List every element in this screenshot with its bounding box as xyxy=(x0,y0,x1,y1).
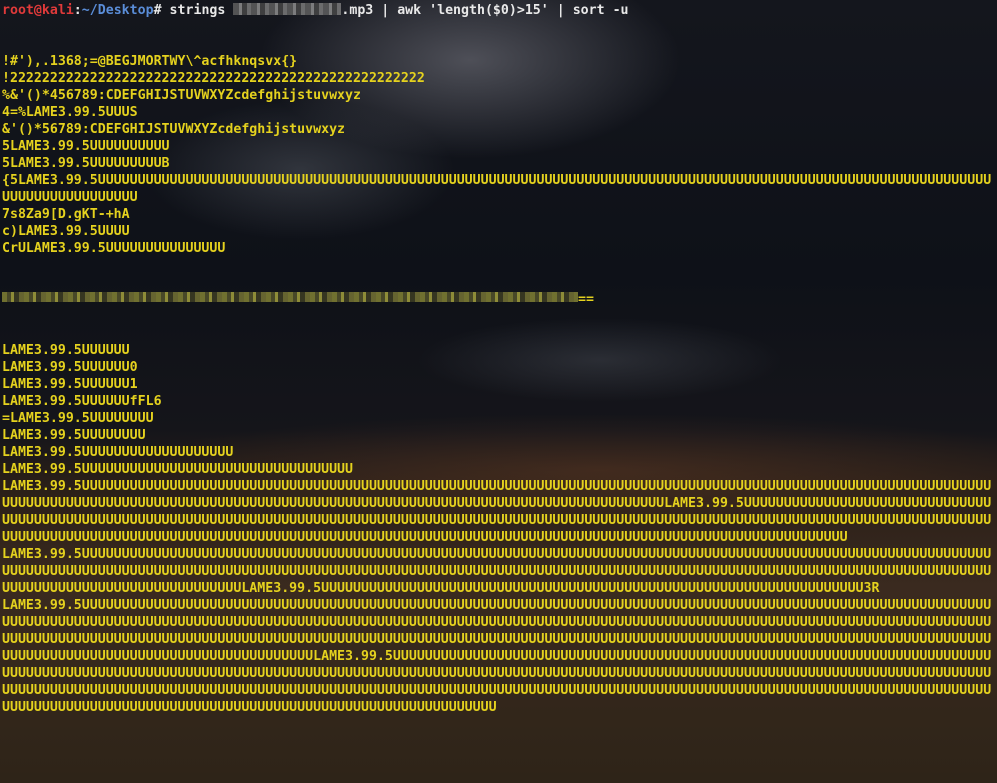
redacted-output-line: == xyxy=(2,291,995,308)
command-text-start: strings xyxy=(161,3,234,18)
redacted-filename xyxy=(233,3,342,15)
output-line: {5LAME3.99.5UUUUUUUUUUUUUUUUUUUUUUUUUUUU… xyxy=(2,173,992,205)
output-line: LAME3.99.5UUUUUUUU xyxy=(2,428,146,443)
output-line: !#'),.1368;=@BEGJMORTWY\^acfhknqsvx{} xyxy=(2,54,298,69)
prompt-symbol: # xyxy=(153,3,162,18)
output-line: %&'()*456789:CDEFGHIJSTUVWXYZcdefghijstu… xyxy=(2,88,361,103)
command-prompt-line: root@kali:~/Desktop# strings .mp3 | awk … xyxy=(2,2,995,19)
terminal-window[interactable]: root@kali:~/Desktop# strings .mp3 | awk … xyxy=(2,0,995,783)
output-line: LAME3.99.5UUUUUUUUUUUUUUUUUUUUUUUUUUUUUU… xyxy=(2,547,992,596)
output-line: =LAME3.99.5UUUUUUUU xyxy=(2,411,154,426)
output-line: LAME3.99.5UUUUUU0 xyxy=(2,360,138,375)
output-lines-after-redacted: LAME3.99.5UUUUUU LAME3.99.5UUUUUU0 LAME3.9… xyxy=(2,342,995,716)
command-text-end: .mp3 | awk 'length($0)>15' | sort -u xyxy=(341,3,629,18)
output-line: LAME3.99.5UUUUUUfFL6 xyxy=(2,394,162,409)
output-line: LAME3.99.5UUUUUU xyxy=(2,343,130,358)
output-line: LAME3.99.5UUUUUUUUUUUUUUUUUUU xyxy=(2,445,234,460)
output-line: !222222222222222222222222222222222222222… xyxy=(2,71,425,86)
redacted-string xyxy=(2,292,578,302)
output-line: LAME3.99.5UUUUUU1 xyxy=(2,377,138,392)
output-line: LAME3.99.5UUUUUUUUUUUUUUUUUUUUUUUUUUUUUU… xyxy=(2,462,353,477)
prompt-path: ~/Desktop xyxy=(81,3,154,18)
prompt-user-host: root@kali xyxy=(2,3,74,18)
output-line: LAME3.99.5UUUUUUUUUUUUUUUUUUUUUUUUUUUUUU… xyxy=(2,479,992,545)
prompt-colon: : xyxy=(73,3,82,18)
output-line: 7s8Za9[D.gKT-+hA xyxy=(2,207,130,222)
output-line: c)LAME3.99.5UUUU xyxy=(2,224,130,239)
output-line: LAME3.99.5UUUUUUUUUUUUUUUUUUUUUUUUUUUUUU… xyxy=(2,598,992,715)
output-line: &'()*56789:CDEFGHIJSTUVWXYZcdefghijstuvw… xyxy=(2,122,346,137)
command-output: !#'),.1368;=@BEGJMORTWY\^acfhknqsvx{} !22… xyxy=(2,19,995,750)
redacted-suffix: == xyxy=(578,292,594,307)
output-line: 5LAME3.99.5UUUUUUUUUU xyxy=(2,139,170,154)
output-line: CrULAME3.99.5UUUUUUUUUUUUUUU xyxy=(2,241,226,256)
output-line: 4=%LAME3.99.5UUUS xyxy=(2,105,138,120)
output-line: 5LAME3.99.5UUUUUUUUUB xyxy=(2,156,170,171)
output-lines-before-redacted: !#'),.1368;=@BEGJMORTWY\^acfhknqsvx{} !22… xyxy=(2,53,995,257)
